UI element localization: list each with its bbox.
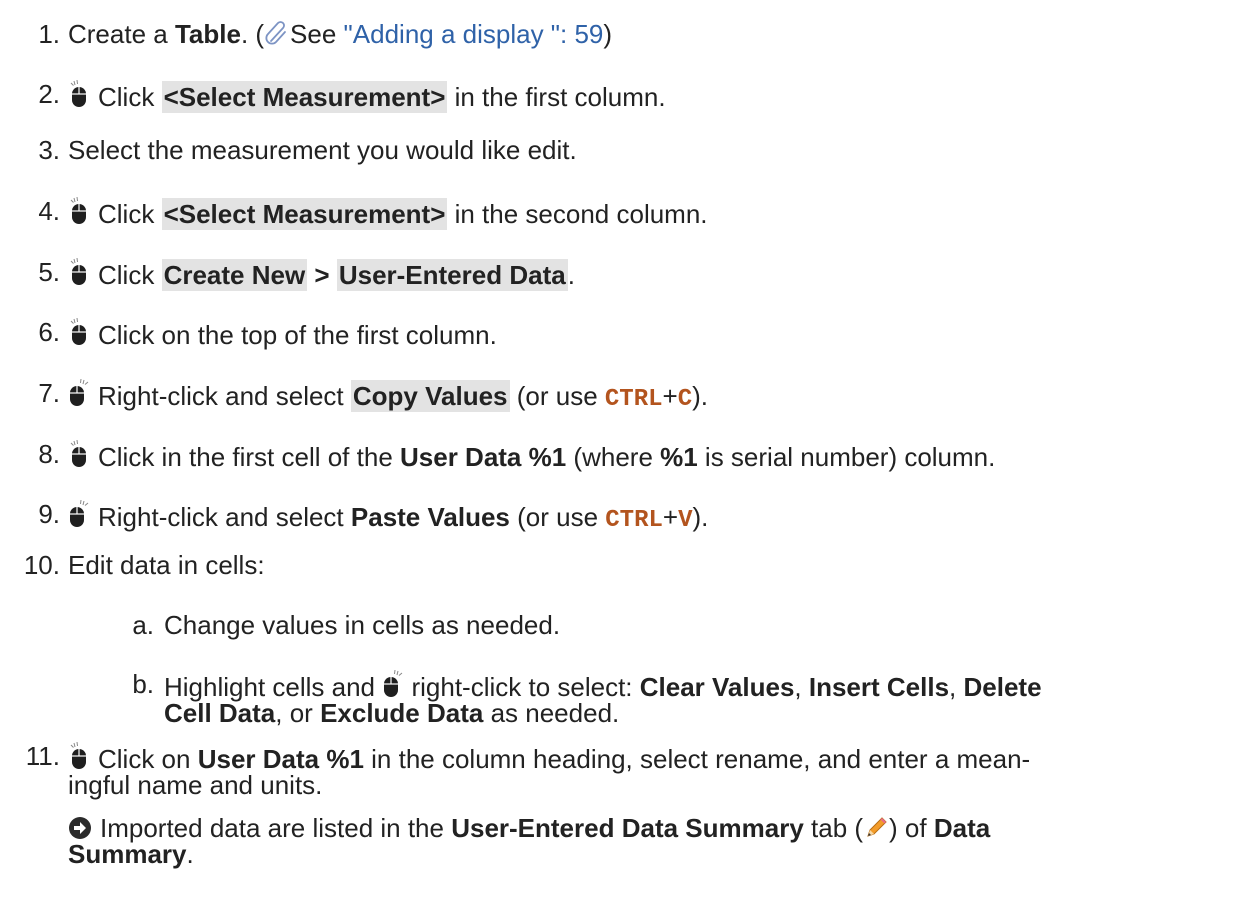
step-number: 5.: [38, 257, 60, 287]
step-text: Click: [98, 82, 162, 112]
step-number: 10.: [23, 550, 60, 580]
step-text: ): [603, 19, 613, 49]
select-measurement-label: <Select Measurement>: [161, 198, 448, 230]
step-text: Click on the top of the first column.: [98, 320, 497, 350]
delete-cell-data-term: Delete: [963, 672, 1042, 702]
step-text: Select the measurement you would like ed…: [68, 135, 577, 165]
ctrl-key: CTRL: [604, 386, 663, 413]
user-entered-data-label: User-Entered Data: [336, 259, 568, 291]
step-text: Change values in cells as needed.: [164, 610, 561, 640]
table-term: Table: [174, 19, 241, 49]
insert-cells-term: Insert Cells: [808, 672, 950, 702]
menu-separator: >: [307, 260, 337, 290]
mouse-click-icon: [68, 257, 90, 286]
note-text: tab (: [803, 813, 864, 843]
step-text: (or use: [509, 502, 606, 532]
key-plus: +: [662, 502, 679, 532]
separator-text: ,: [949, 672, 964, 702]
step-text: Create a: [68, 19, 175, 49]
mouse-right-click-icon: [68, 378, 90, 407]
step-number: 6.: [38, 317, 60, 347]
step-number: 11.: [25, 741, 60, 771]
pencil-icon: [863, 815, 889, 841]
select-measurement-label: <Select Measurement>: [161, 81, 448, 113]
see-text: See: [290, 19, 344, 49]
step-text: in the first column.: [447, 82, 666, 112]
ctrl-key: CTRL: [605, 507, 663, 534]
note: Imported data are listed in the User-Ent…: [68, 815, 1229, 867]
procedure-page: 1. Create a Table. ( See "Adding a displa…: [0, 0, 1249, 911]
delete-cell-data-term-continued: Cell Data: [164, 698, 276, 728]
mouse-click-icon: [68, 741, 90, 770]
step-text: Click: [98, 260, 162, 290]
step-text: (where: [566, 442, 661, 472]
separator-text: , or: [275, 698, 321, 728]
paste-values-term: Paste Values: [350, 502, 510, 532]
mouse-right-click-icon: [68, 499, 90, 528]
step-text: Right-click and select: [98, 502, 351, 532]
clear-values-term: Clear Values: [639, 672, 795, 702]
data-summary-term: Data: [933, 813, 991, 843]
serial-term: %1: [660, 442, 698, 472]
v-key: V: [678, 507, 693, 534]
step-number: 8.: [38, 439, 60, 469]
c-key: C: [677, 386, 693, 413]
separator-text: ,: [794, 672, 809, 702]
substep-letter: b.: [132, 669, 154, 699]
step-number: 9.: [38, 499, 60, 529]
exclude-data-term: Exclude Data: [320, 698, 484, 728]
key-plus: +: [662, 381, 678, 411]
step-number: 7.: [38, 378, 60, 408]
data-summary-term-continued: Summary: [68, 839, 187, 869]
step-text: ).: [692, 381, 708, 411]
mouse-click-icon: [68, 196, 90, 225]
substep-letter: a.: [132, 610, 154, 640]
step-text: .: [567, 260, 575, 290]
step-number: 1.: [38, 19, 60, 49]
mouse-click-icon: [68, 317, 90, 346]
step-number: 2.: [38, 79, 60, 109]
step-text: Click in the first cell of the: [98, 442, 400, 472]
paperclip-icon: [264, 20, 290, 46]
step-text: Click: [98, 199, 162, 229]
step-text: in the column heading, select rename, an…: [363, 744, 1031, 774]
note-text: .: [186, 839, 194, 869]
create-new-label: Create New: [161, 259, 308, 291]
mouse-click-icon: [68, 79, 90, 108]
user-entered-data-summary-term: User-Entered Data Summary: [451, 813, 804, 843]
step-text: ).: [692, 502, 709, 532]
mouse-right-click-icon: [382, 669, 404, 698]
step-text: Right-click and select: [98, 381, 351, 411]
step-number: 4.: [38, 196, 60, 226]
step-text: . (: [240, 19, 265, 49]
mouse-click-icon: [68, 439, 90, 468]
adding-display-link[interactable]: "Adding a display ": 59: [344, 19, 604, 49]
step-text-continued: ingful name and units.: [68, 770, 323, 800]
step-text: is serial number) column.: [697, 442, 996, 472]
user-data-term: User Data %1: [400, 442, 567, 472]
step-text: as needed.: [483, 698, 620, 728]
step-text: Edit data in cells:: [68, 550, 265, 580]
arrow-right-circle-icon: [68, 816, 92, 840]
step-number: 3.: [38, 135, 60, 165]
copy-values-label: Copy Values: [350, 380, 510, 412]
note-text: ) of: [889, 813, 934, 843]
step-text: (or use: [509, 381, 605, 411]
step-text: in the second column.: [447, 199, 708, 229]
